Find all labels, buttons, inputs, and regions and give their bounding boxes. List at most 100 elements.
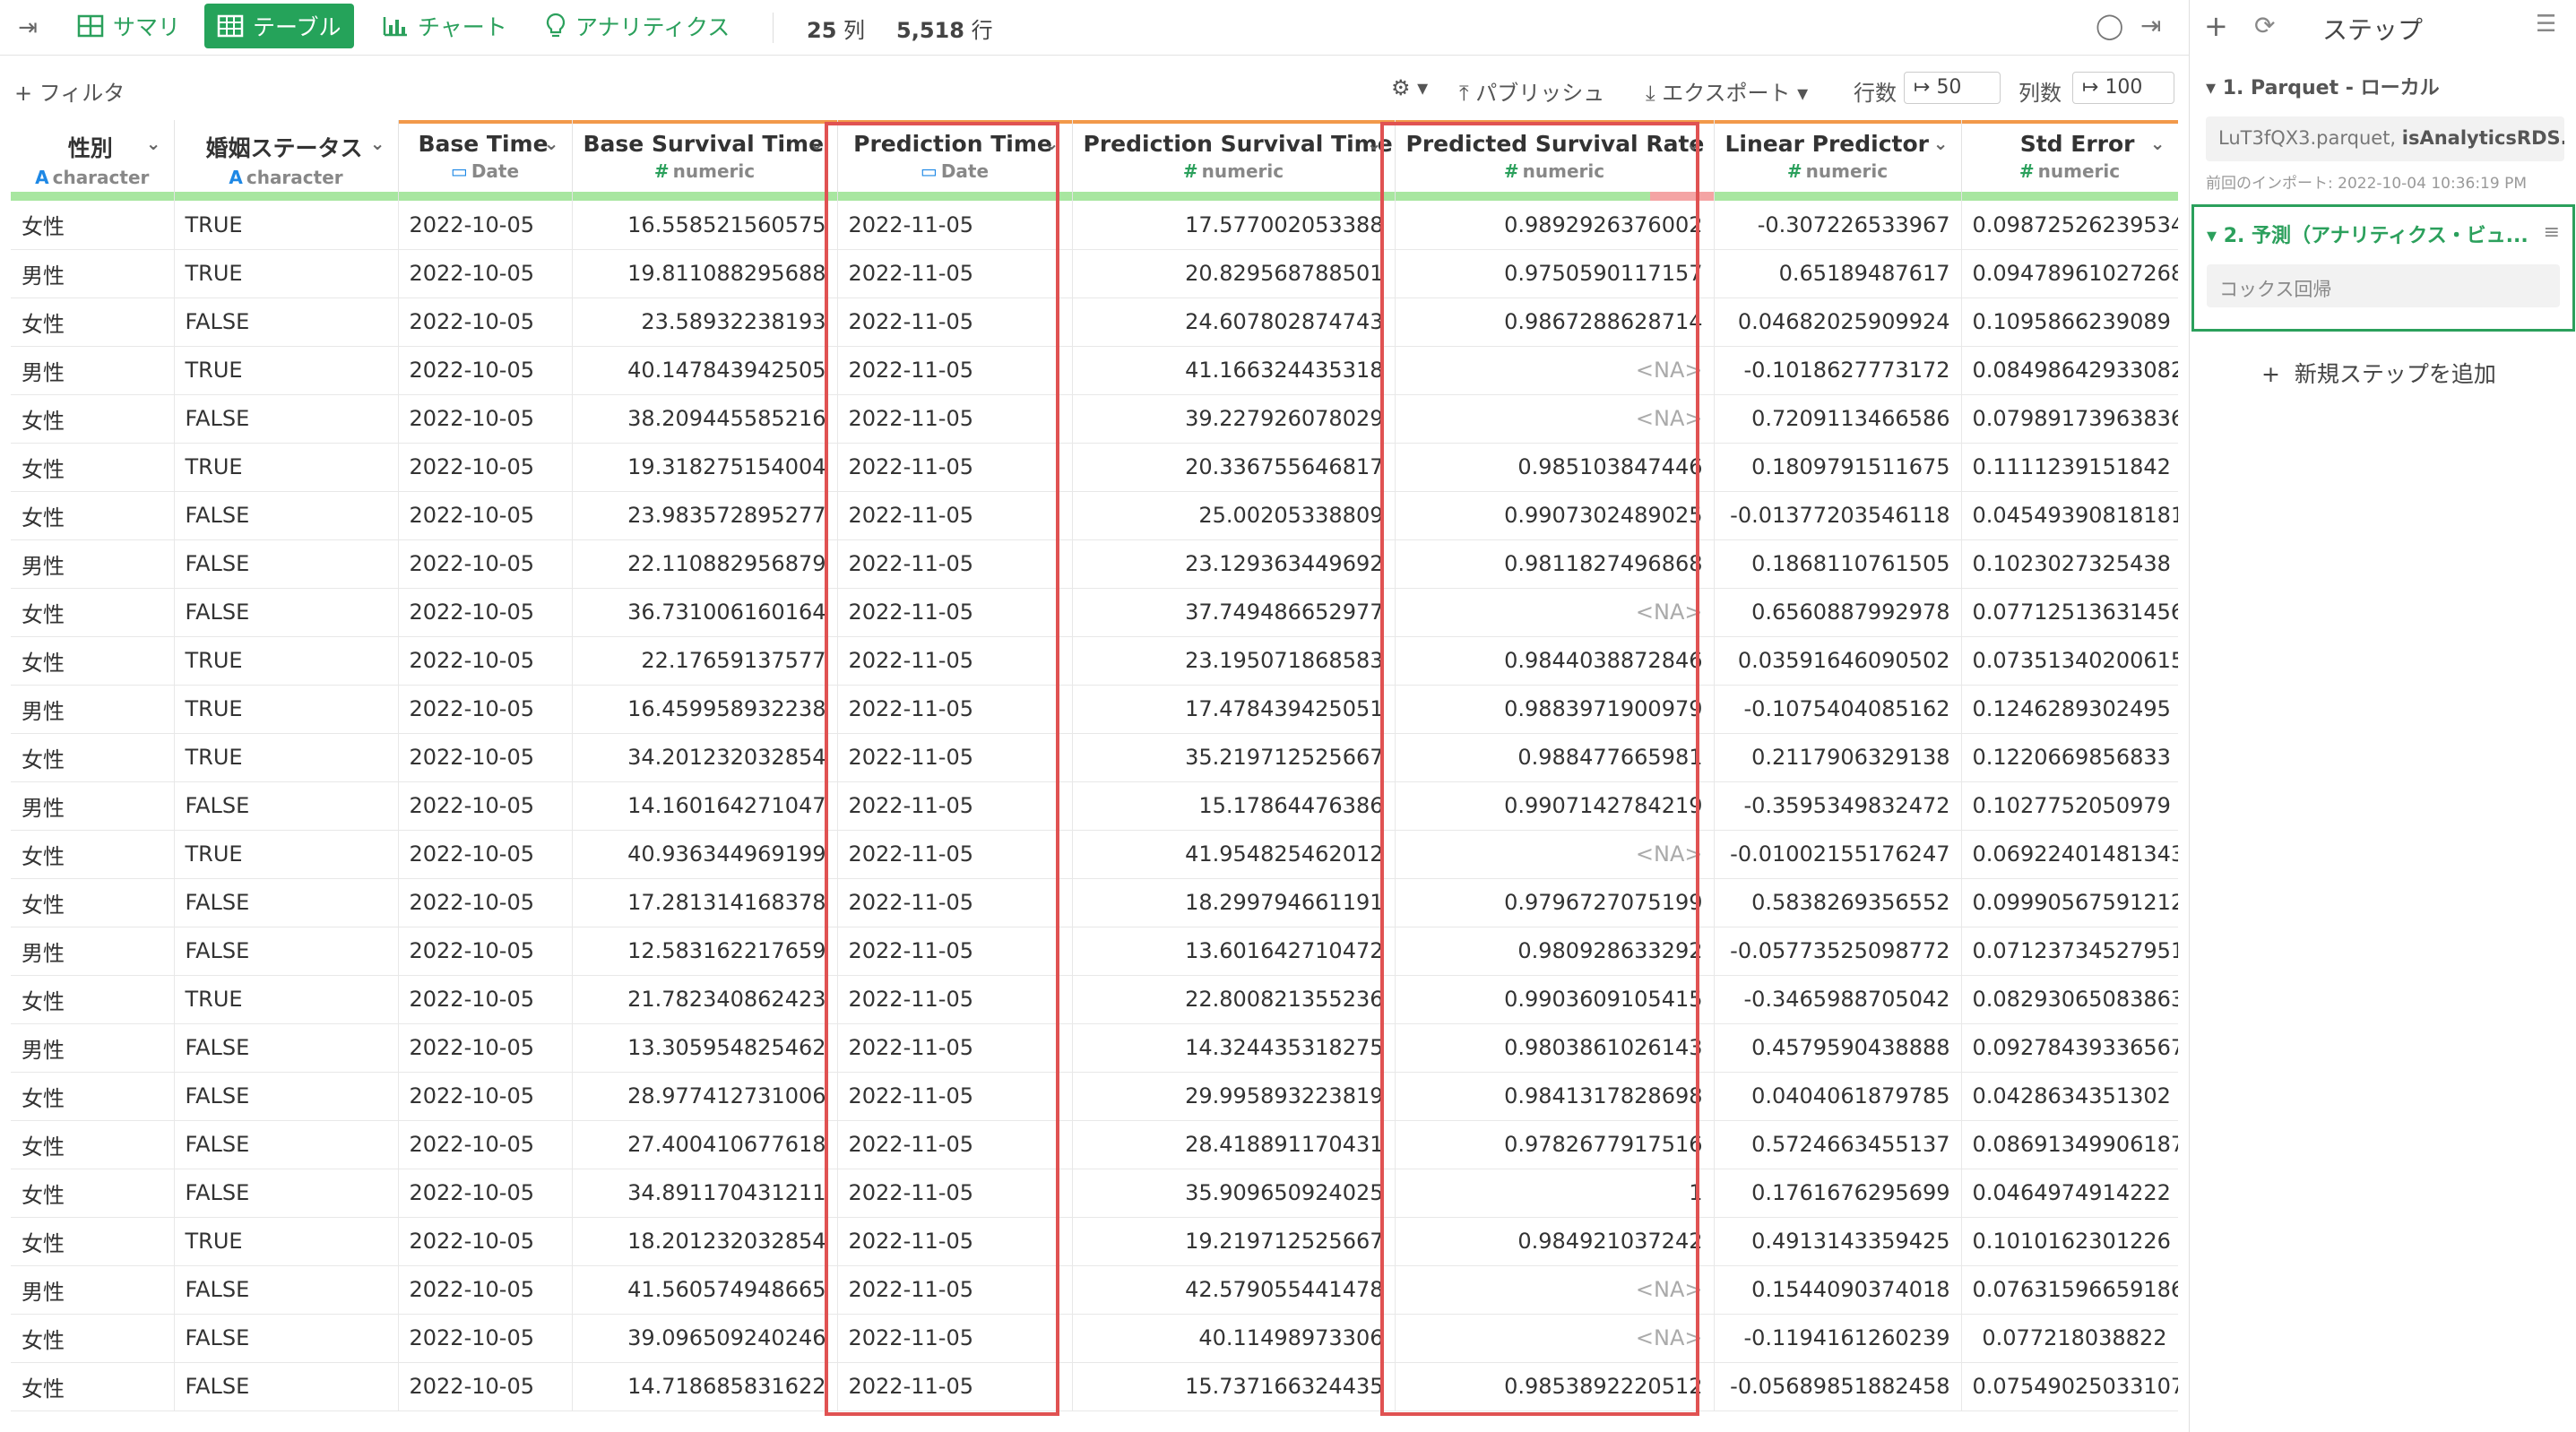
- table-cell[interactable]: 0.4579590438888: [1714, 1023, 1962, 1073]
- tab-summary[interactable]: サマリ: [65, 4, 193, 48]
- table-cell[interactable]: 0.1246289302495: [1961, 685, 2178, 734]
- table-cell[interactable]: TRUE: [174, 975, 399, 1024]
- table-cell[interactable]: 2022-10-05: [398, 491, 573, 540]
- table-cell[interactable]: TRUE: [174, 249, 399, 298]
- table-cell[interactable]: -0.3595349832472: [1714, 781, 1962, 831]
- table-cell[interactable]: <NA>: [1395, 1314, 1715, 1363]
- table-cell[interactable]: 0.1544090374018: [1714, 1265, 1962, 1315]
- table-cell[interactable]: FALSE: [174, 1362, 399, 1411]
- table-cell[interactable]: 0.9903609105415: [1395, 975, 1715, 1024]
- table-cell[interactable]: 14.324435318275: [1072, 1023, 1396, 1073]
- table-cell[interactable]: <NA>: [1395, 346, 1715, 395]
- table-cell[interactable]: 17.281314168378: [572, 878, 838, 927]
- table-cell[interactable]: 女性: [11, 394, 175, 444]
- table-cell[interactable]: 0.980928633292: [1395, 927, 1715, 976]
- table-cell[interactable]: 女性: [11, 1314, 175, 1363]
- table-cell[interactable]: 男性: [11, 1023, 175, 1073]
- table-cell[interactable]: 15.17864476386: [1072, 781, 1396, 831]
- table-cell[interactable]: 2022-10-05: [398, 927, 573, 976]
- table-cell[interactable]: -0.1018627773172: [1714, 346, 1962, 395]
- table-cell[interactable]: TRUE: [174, 346, 399, 395]
- table-cell[interactable]: 2022-10-05: [398, 685, 573, 734]
- table-cell[interactable]: -0.01002155176247: [1714, 830, 1962, 879]
- table-cell[interactable]: 29.995893223819: [1072, 1072, 1396, 1121]
- table-cell[interactable]: 15.737166324435: [1072, 1362, 1396, 1411]
- table-cell[interactable]: 0.9892926376002: [1395, 201, 1715, 250]
- table-cell[interactable]: 0.7209113466586: [1714, 394, 1962, 444]
- table-cell[interactable]: FALSE: [174, 878, 399, 927]
- table-cell[interactable]: TRUE: [174, 636, 399, 686]
- table-cell[interactable]: -0.1194161260239: [1714, 1314, 1962, 1363]
- chevron-down-icon[interactable]: ⌄: [809, 133, 825, 154]
- tab-table[interactable]: テーブル: [204, 4, 354, 48]
- table-cell[interactable]: 女性: [11, 588, 175, 637]
- table-cell[interactable]: 0.09478961027268: [1961, 249, 2178, 298]
- table-cell[interactable]: 2022-10-05: [398, 830, 573, 879]
- table-cell[interactable]: 0.9883971900979: [1395, 685, 1715, 734]
- table-cell[interactable]: FALSE: [174, 1120, 399, 1169]
- table-cell[interactable]: TRUE: [174, 733, 399, 782]
- table-cell[interactable]: 18.299794661191: [1072, 878, 1396, 927]
- table-cell[interactable]: 0.03591646090502: [1714, 636, 1962, 686]
- table-cell[interactable]: 2022-11-05: [837, 491, 1073, 540]
- table-cell[interactable]: 13.305954825462: [572, 1023, 838, 1073]
- table-cell[interactable]: 2022-10-05: [398, 539, 573, 589]
- table-cell[interactable]: 2022-10-05: [398, 346, 573, 395]
- table-cell[interactable]: <NA>: [1395, 588, 1715, 637]
- table-cell[interactable]: 女性: [11, 201, 175, 250]
- table-cell[interactable]: 19.219712525667: [1072, 1217, 1396, 1266]
- table-cell[interactable]: 女性: [11, 878, 175, 927]
- table-cell[interactable]: 2022-11-05: [837, 443, 1073, 492]
- table-cell[interactable]: 男性: [11, 1265, 175, 1315]
- chevron-down-icon[interactable]: ⌄: [2150, 133, 2165, 154]
- table-cell[interactable]: 0.5724663455137: [1714, 1120, 1962, 1169]
- column-header[interactable]: Std Error # numeric ⌄: [1961, 120, 2178, 192]
- add-step-button[interactable]: + 新規ステップを追加: [2261, 357, 2496, 389]
- table-cell[interactable]: 2022-10-05: [398, 1265, 573, 1315]
- table-cell[interactable]: 21.782340862423: [572, 975, 838, 1024]
- table-cell[interactable]: 2022-10-05: [398, 1169, 573, 1218]
- column-header[interactable]: Predicted Survival Rate # numeric ⌄: [1395, 120, 1715, 192]
- table-cell[interactable]: 0.9867288628714: [1395, 298, 1715, 347]
- table-cell[interactable]: 2022-11-05: [837, 1265, 1073, 1315]
- table-cell[interactable]: 14.160164271047: [572, 781, 838, 831]
- table-cell[interactable]: 0.077218038822: [1961, 1314, 2178, 1363]
- table-cell[interactable]: 2022-10-05: [398, 249, 573, 298]
- table-cell[interactable]: 35.909650924025: [1072, 1169, 1396, 1218]
- table-cell[interactable]: 0.9796727075199: [1395, 878, 1715, 927]
- table-cell[interactable]: 27.400410677618: [572, 1120, 838, 1169]
- table-cell[interactable]: 2022-11-05: [837, 1314, 1073, 1363]
- table-cell[interactable]: 女性: [11, 636, 175, 686]
- table-cell[interactable]: 37.749486652977: [1072, 588, 1396, 637]
- table-cell[interactable]: 男性: [11, 781, 175, 831]
- table-cell[interactable]: 0.9750590117157: [1395, 249, 1715, 298]
- table-cell[interactable]: 2022-11-05: [837, 249, 1073, 298]
- table-cell[interactable]: TRUE: [174, 1217, 399, 1266]
- table-cell[interactable]: 2022-10-05: [398, 1023, 573, 1073]
- chevron-down-icon[interactable]: ⌄: [544, 133, 559, 154]
- table-cell[interactable]: 男性: [11, 249, 175, 298]
- table-cell[interactable]: 38.209445585216: [572, 394, 838, 444]
- chevron-down-icon[interactable]: ⌄: [1686, 133, 1701, 154]
- table-cell[interactable]: 2022-11-05: [837, 781, 1073, 831]
- table-cell[interactable]: 22.800821355236: [1072, 975, 1396, 1024]
- table-cell[interactable]: 0.984921037242: [1395, 1217, 1715, 1266]
- chevron-down-icon[interactable]: ⌄: [1367, 133, 1382, 154]
- table-cell[interactable]: 2022-11-05: [837, 830, 1073, 879]
- refresh-icon[interactable]: ⟳: [2254, 11, 2275, 40]
- cols-input[interactable]: ↦ 100: [2072, 72, 2174, 104]
- table-cell[interactable]: 0.07712513631456: [1961, 588, 2178, 637]
- table-cell[interactable]: 女性: [11, 1362, 175, 1411]
- table-cell[interactable]: 女性: [11, 1120, 175, 1169]
- table-cell[interactable]: 36.731006160164: [572, 588, 838, 637]
- table-cell[interactable]: 2022-11-05: [837, 1169, 1073, 1218]
- table-cell[interactable]: 17.577002053388: [1072, 201, 1396, 250]
- table-cell[interactable]: 0.07631596659186: [1961, 1265, 2178, 1315]
- table-cell[interactable]: 2022-10-05: [398, 1362, 573, 1411]
- table-cell[interactable]: TRUE: [174, 685, 399, 734]
- table-cell[interactable]: 0.6560887992978: [1714, 588, 1962, 637]
- table-cell[interactable]: 40.147843942505: [572, 346, 838, 395]
- table-cell[interactable]: 女性: [11, 1217, 175, 1266]
- column-header[interactable]: Base Survival Time # numeric ⌄: [572, 120, 838, 192]
- table-cell[interactable]: 0.1868110761505: [1714, 539, 1962, 589]
